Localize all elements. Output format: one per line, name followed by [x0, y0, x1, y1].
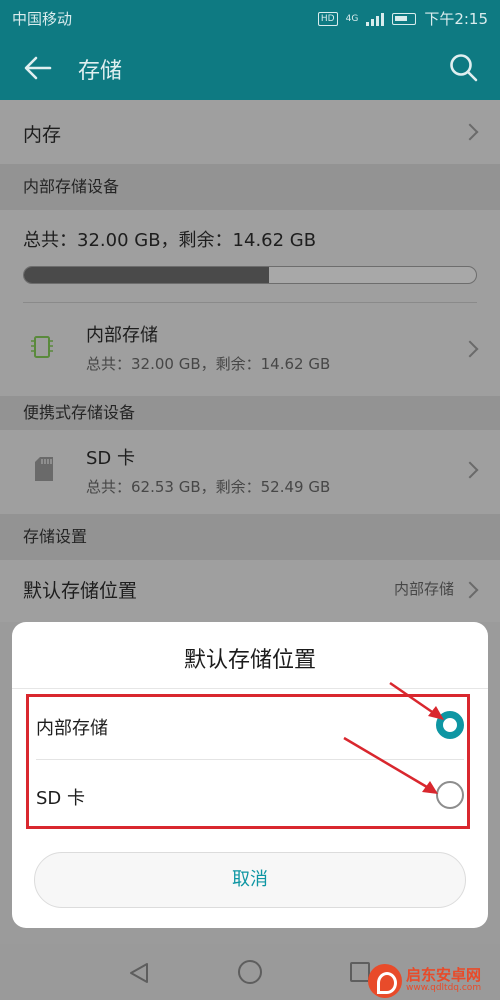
default-location-value: 内部存储 [393, 580, 454, 598]
memory-row[interactable]: 内存 [0, 100, 500, 164]
sd-card-title: SD 卡 [86, 448, 136, 469]
nav-back-icon[interactable] [128, 962, 150, 984]
cancel-button[interactable]: 取消 [34, 852, 466, 908]
storage-usage-bar [23, 266, 477, 284]
section-header-internal: 内部存储设备 [0, 164, 500, 210]
internal-storage-item[interactable]: 内部存储 总共：32.00 GB，剩余：14.62 GB [0, 303, 500, 396]
internal-storage-panel: 总共：32.00 GB，剩余：14.62 GB 内部存储 总共：32.00 GB… [0, 210, 500, 396]
chevron-right-icon [461, 581, 479, 599]
storage-usage-fill [24, 267, 270, 283]
clock: 下午2:15 [424, 10, 488, 28]
section-header-portable: 便携式存储设备 [0, 396, 500, 430]
app-bar: 存储 [0, 36, 500, 100]
nav-home-icon[interactable] [238, 960, 262, 984]
dialog-title: 默认存储位置 [183, 648, 316, 673]
network-type: 4G [345, 13, 359, 24]
sd-card-detail: 总共：62.53 GB，剩余：52.49 GB [86, 478, 331, 496]
internal-summary: 总共：32.00 GB，剩余：14.62 GB [23, 230, 317, 251]
divider [12, 688, 488, 689]
search-icon[interactable] [448, 52, 478, 82]
signal-icon [366, 12, 385, 26]
nav-recent-icon[interactable] [350, 962, 370, 982]
sd-card-icon [35, 457, 53, 481]
internal-storage-detail: 总共：32.00 GB，剩余：14.62 GB [86, 355, 331, 373]
chip-icon [31, 336, 53, 358]
status-icons: HD 4G 下午2:15 [317, 8, 488, 29]
internal-storage-title: 内部存储 [86, 325, 158, 346]
status-bar: 中国移动 HD 4G 下午2:15 [0, 0, 500, 36]
default-location-row[interactable]: 默认存储位置 内部存储 [0, 560, 500, 622]
battery-icon [392, 12, 417, 25]
page-title: 存储 [78, 59, 123, 84]
memory-label: 内存 [23, 124, 62, 146]
hd-icon: HD [317, 11, 338, 26]
arrow-left-icon[interactable] [22, 52, 54, 84]
chevron-right-icon [461, 461, 479, 479]
annotation-box [26, 694, 470, 829]
section-header-settings: 存储设置 [0, 514, 500, 560]
watermark-name: 启东安卓网 [406, 966, 482, 985]
watermark-url: www.qdltdq.com [406, 983, 482, 994]
default-location-label: 默认存储位置 [23, 580, 138, 602]
watermark-logo-icon [368, 964, 402, 998]
chevron-right-icon [461, 340, 479, 358]
watermark: 启东安卓网 www.qdltdq.com [368, 964, 498, 998]
sd-card-item[interactable]: SD 卡 总共：62.53 GB，剩余：52.49 GB [0, 430, 500, 514]
chevron-right-icon [461, 123, 479, 141]
carrier-name: 中国移动 [12, 10, 73, 28]
